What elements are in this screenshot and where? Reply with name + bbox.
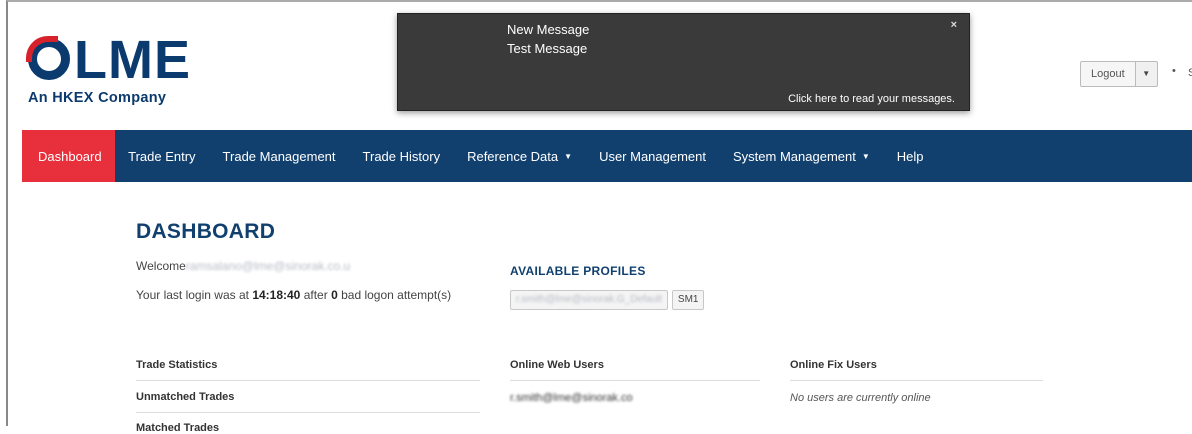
nav-label: Dashboard <box>38 148 102 164</box>
welcome-prefix: Welcome <box>136 259 186 273</box>
last-login-info: Your last login was at 14:18:40 after 0 … <box>136 286 456 304</box>
nav-trade-entry[interactable]: Trade Entry <box>115 130 209 182</box>
nav-label: Trade Entry <box>128 148 196 164</box>
header-bullet: • <box>1172 65 1176 77</box>
nav-help[interactable]: Help <box>883 130 937 182</box>
logo-ring-icon <box>26 36 70 80</box>
notification-body: Test Message <box>507 41 588 56</box>
profile-default-button[interactable]: r.smith@lme@sinorak.G_Default <box>510 290 668 310</box>
nav-label: User Management <box>599 148 707 164</box>
nav-trade-management[interactable]: Trade Management <box>209 130 349 182</box>
nav-user-management[interactable]: User Management <box>586 130 720 182</box>
available-profiles-title: AVAILABLE PROFILES <box>510 264 646 278</box>
nav-trade-history[interactable]: Trade History <box>349 130 454 182</box>
welcome-message: Welcomeramsalano@lme@sinorak.co.u <box>136 259 350 273</box>
profile-label: r.smith@lme@sinorak.G_Default <box>516 294 662 305</box>
online-fix-users-header: Online Fix Users <box>790 359 877 371</box>
divider <box>136 380 480 381</box>
nav-label: System Management <box>733 148 856 164</box>
online-web-user: r.smith@lme@sinorak.co <box>510 392 633 404</box>
app-window: LME An HKEX Company New Message Test Mes… <box>6 0 1192 434</box>
nav-label: Help <box>896 148 924 164</box>
nav-reference-data[interactable]: Reference Data ▼ <box>454 130 586 182</box>
online-web-users-header: Online Web Users <box>510 359 604 371</box>
last-login-suffix: bad logon attempt(s) <box>341 288 452 302</box>
last-login-time: 14:18:40 <box>252 288 301 302</box>
new-message-notification: New Message Test Message × Click here to… <box>397 13 970 111</box>
no-fix-users-message: No users are currently online <box>790 392 931 404</box>
divider <box>510 380 760 381</box>
close-icon[interactable]: × <box>951 19 957 31</box>
nav-label: Trade History <box>362 148 441 164</box>
nav-label: Reference Data <box>467 148 559 164</box>
logo-text: LME <box>74 30 191 90</box>
logout-button[interactable]: Logout <box>1080 61 1136 87</box>
divider <box>136 412 480 413</box>
logout-group: Logout ▼ <box>1080 61 1158 87</box>
nav-dashboard[interactable]: Dashboard <box>22 130 115 182</box>
divider <box>790 380 1043 381</box>
lme-logo[interactable]: LME An HKEX Company <box>26 30 203 106</box>
page-title: DASHBOARD <box>136 220 276 243</box>
welcome-username: ramsalano@lme@sinorak.co.u <box>185 259 351 273</box>
main-navbar: Dashboard Trade Entry Trade Management T… <box>22 130 1192 182</box>
read-messages-link[interactable]: Click here to read your messages. <box>788 93 955 105</box>
unmatched-trades-row[interactable]: Unmatched Trades <box>136 391 234 403</box>
nav-system-management[interactable]: System Management ▼ <box>720 130 884 182</box>
logo-subtitle: An HKEX Company <box>28 90 167 106</box>
nav-label: Trade Management <box>222 148 336 164</box>
logo-mark: LME <box>26 30 203 90</box>
trade-statistics-header: Trade Statistics <box>136 359 218 371</box>
profile-list: r.smith@lme@sinorak.G_Default SM1 <box>510 290 705 310</box>
last-login-prefix: Your last login was at <box>136 288 249 302</box>
matched-trades-row[interactable]: Matched Trades <box>136 422 219 434</box>
bad-logon-count: 0 <box>331 288 338 302</box>
chevron-down-icon: ▼ <box>564 151 573 161</box>
last-login-mid: after <box>303 288 328 302</box>
profile-label: SM1 <box>677 294 699 305</box>
profile-sm1-button[interactable]: SM1 <box>671 290 705 310</box>
header-edge-text-2: SA <box>1188 67 1192 79</box>
chevron-down-icon[interactable]: ▼ <box>1135 61 1158 87</box>
notification-title: New Message <box>507 22 590 37</box>
chevron-down-icon: ▼ <box>861 151 870 161</box>
